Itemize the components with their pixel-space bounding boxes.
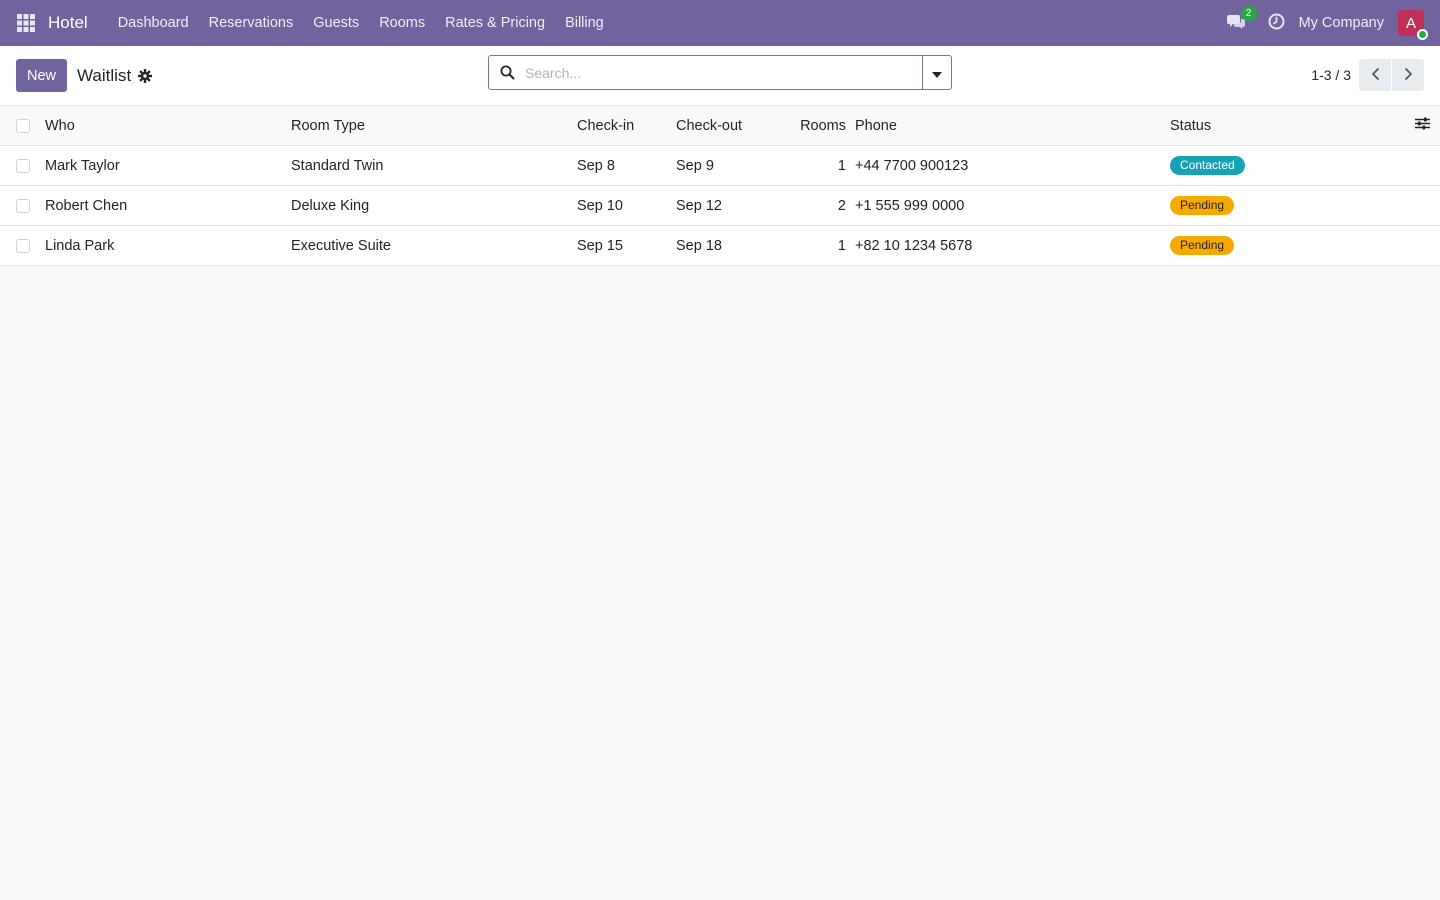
gear-icon[interactable] bbox=[138, 68, 153, 83]
column-header-status[interactable]: Status bbox=[1170, 118, 1392, 134]
apps-grid-icon[interactable] bbox=[16, 13, 36, 33]
top-navbar: Hotel Dashboard Reservations Guests Room… bbox=[0, 0, 1440, 46]
user-avatar[interactable]: A bbox=[1398, 10, 1428, 40]
cell-check-in: Sep 10 bbox=[577, 197, 623, 214]
search-input[interactable] bbox=[525, 64, 922, 81]
menu-item-billing[interactable]: Billing bbox=[555, 0, 614, 46]
optional-columns-toggle[interactable] bbox=[1392, 117, 1440, 134]
row-select-cell bbox=[0, 238, 45, 253]
row-select-cell bbox=[0, 198, 45, 213]
avatar-letter: A bbox=[1405, 14, 1416, 32]
waitlist-table: Who Room Type Check-in Check-out Rooms P… bbox=[0, 106, 1440, 266]
select-all-cell bbox=[0, 118, 45, 133]
control-panel: New Waitlist Search... 1-3 / 3 bbox=[0, 46, 1440, 106]
row-checkbox[interactable] bbox=[16, 238, 30, 253]
caret-down-icon bbox=[932, 65, 942, 81]
cell-room-type: Standard Twin bbox=[291, 157, 384, 174]
cell-status: Pending bbox=[1170, 236, 1392, 255]
menu-item-reservations[interactable]: Reservations bbox=[199, 0, 304, 46]
select-all-checkbox[interactable] bbox=[16, 118, 30, 133]
search-bar bbox=[488, 55, 952, 90]
messages-button[interactable]: 2 bbox=[1225, 6, 1257, 34]
cell-room-type: Executive Suite bbox=[291, 237, 391, 254]
cell-status: Contacted bbox=[1170, 156, 1392, 175]
new-button[interactable]: New bbox=[16, 59, 68, 92]
cell-rooms: 1 bbox=[837, 237, 846, 254]
status-badge: Pending bbox=[1170, 196, 1235, 215]
cell-phone: +44 7700 900123 bbox=[855, 157, 969, 174]
column-header-room-type[interactable]: Room Type bbox=[291, 118, 577, 134]
clock-icon bbox=[1268, 13, 1285, 33]
status-badge: Contacted bbox=[1170, 156, 1245, 175]
cell-check-out: Sep 18 bbox=[676, 237, 722, 254]
cell-status: Pending bbox=[1170, 196, 1392, 215]
pager-value[interactable]: 1-3 / 3 bbox=[1311, 67, 1351, 83]
cell-rooms: 2 bbox=[837, 197, 846, 214]
cell-check-out: Sep 9 bbox=[676, 157, 714, 174]
cell-who: Linda Park bbox=[45, 237, 115, 254]
table-row[interactable]: Linda Park Executive Suite Sep 15 Sep 18… bbox=[0, 226, 1440, 266]
cell-check-out: Sep 12 bbox=[676, 197, 722, 214]
row-checkbox[interactable] bbox=[16, 158, 30, 173]
cell-who: Mark Taylor bbox=[45, 157, 120, 174]
status-badge: Pending bbox=[1170, 236, 1235, 255]
app-brand[interactable]: Hotel bbox=[48, 13, 88, 33]
cell-phone: +1 555 999 0000 bbox=[855, 197, 965, 214]
search-options-toggle[interactable] bbox=[922, 56, 951, 89]
navbar-right: 2 My Company A bbox=[1225, 6, 1428, 40]
column-header-phone[interactable]: Phone bbox=[846, 118, 1170, 134]
chevron-right-icon bbox=[1404, 67, 1413, 84]
main-menu: Dashboard Reservations Guests Rooms Rate… bbox=[108, 0, 614, 46]
page-title: Waitlist bbox=[77, 65, 132, 85]
company-switcher[interactable]: My Company bbox=[1299, 15, 1384, 31]
cell-room-type: Deluxe King bbox=[291, 197, 370, 214]
menu-item-guests[interactable]: Guests bbox=[303, 0, 369, 46]
row-select-cell bbox=[0, 158, 45, 173]
cell-rooms: 1 bbox=[837, 157, 846, 174]
row-checkbox[interactable] bbox=[16, 198, 30, 213]
online-status-dot bbox=[1417, 29, 1428, 40]
table-row[interactable]: Mark Taylor Standard Twin Sep 8 Sep 9 1 … bbox=[0, 146, 1440, 186]
cell-check-in: Sep 15 bbox=[577, 237, 623, 254]
table-row[interactable]: Robert Chen Deluxe King Sep 10 Sep 12 2 … bbox=[0, 186, 1440, 226]
menu-item-rooms[interactable]: Rooms bbox=[369, 0, 435, 46]
column-header-who[interactable]: Who bbox=[45, 118, 291, 134]
column-header-rooms[interactable]: Rooms bbox=[775, 118, 846, 134]
table-header: Who Room Type Check-in Check-out Rooms P… bbox=[0, 106, 1440, 146]
cell-check-in: Sep 8 bbox=[577, 157, 615, 174]
pager: 1-3 / 3 bbox=[1311, 59, 1424, 91]
cell-who: Robert Chen bbox=[45, 197, 128, 214]
menu-item-dashboard[interactable]: Dashboard bbox=[108, 0, 199, 46]
pager-next-button[interactable] bbox=[1392, 59, 1424, 91]
menu-item-rates-pricing[interactable]: Rates & Pricing bbox=[435, 0, 555, 46]
column-header-check-in[interactable]: Check-in bbox=[577, 118, 676, 134]
column-header-check-out[interactable]: Check-out bbox=[676, 118, 775, 134]
pager-previous-button[interactable] bbox=[1359, 59, 1391, 91]
search-icon bbox=[489, 65, 525, 80]
sliders-icon bbox=[1415, 117, 1430, 134]
messages-count-badge: 2 bbox=[1240, 6, 1257, 21]
cell-phone: +82 10 1234 5678 bbox=[855, 237, 973, 254]
activity-button[interactable] bbox=[1267, 13, 1287, 33]
chevron-left-icon bbox=[1371, 67, 1380, 84]
